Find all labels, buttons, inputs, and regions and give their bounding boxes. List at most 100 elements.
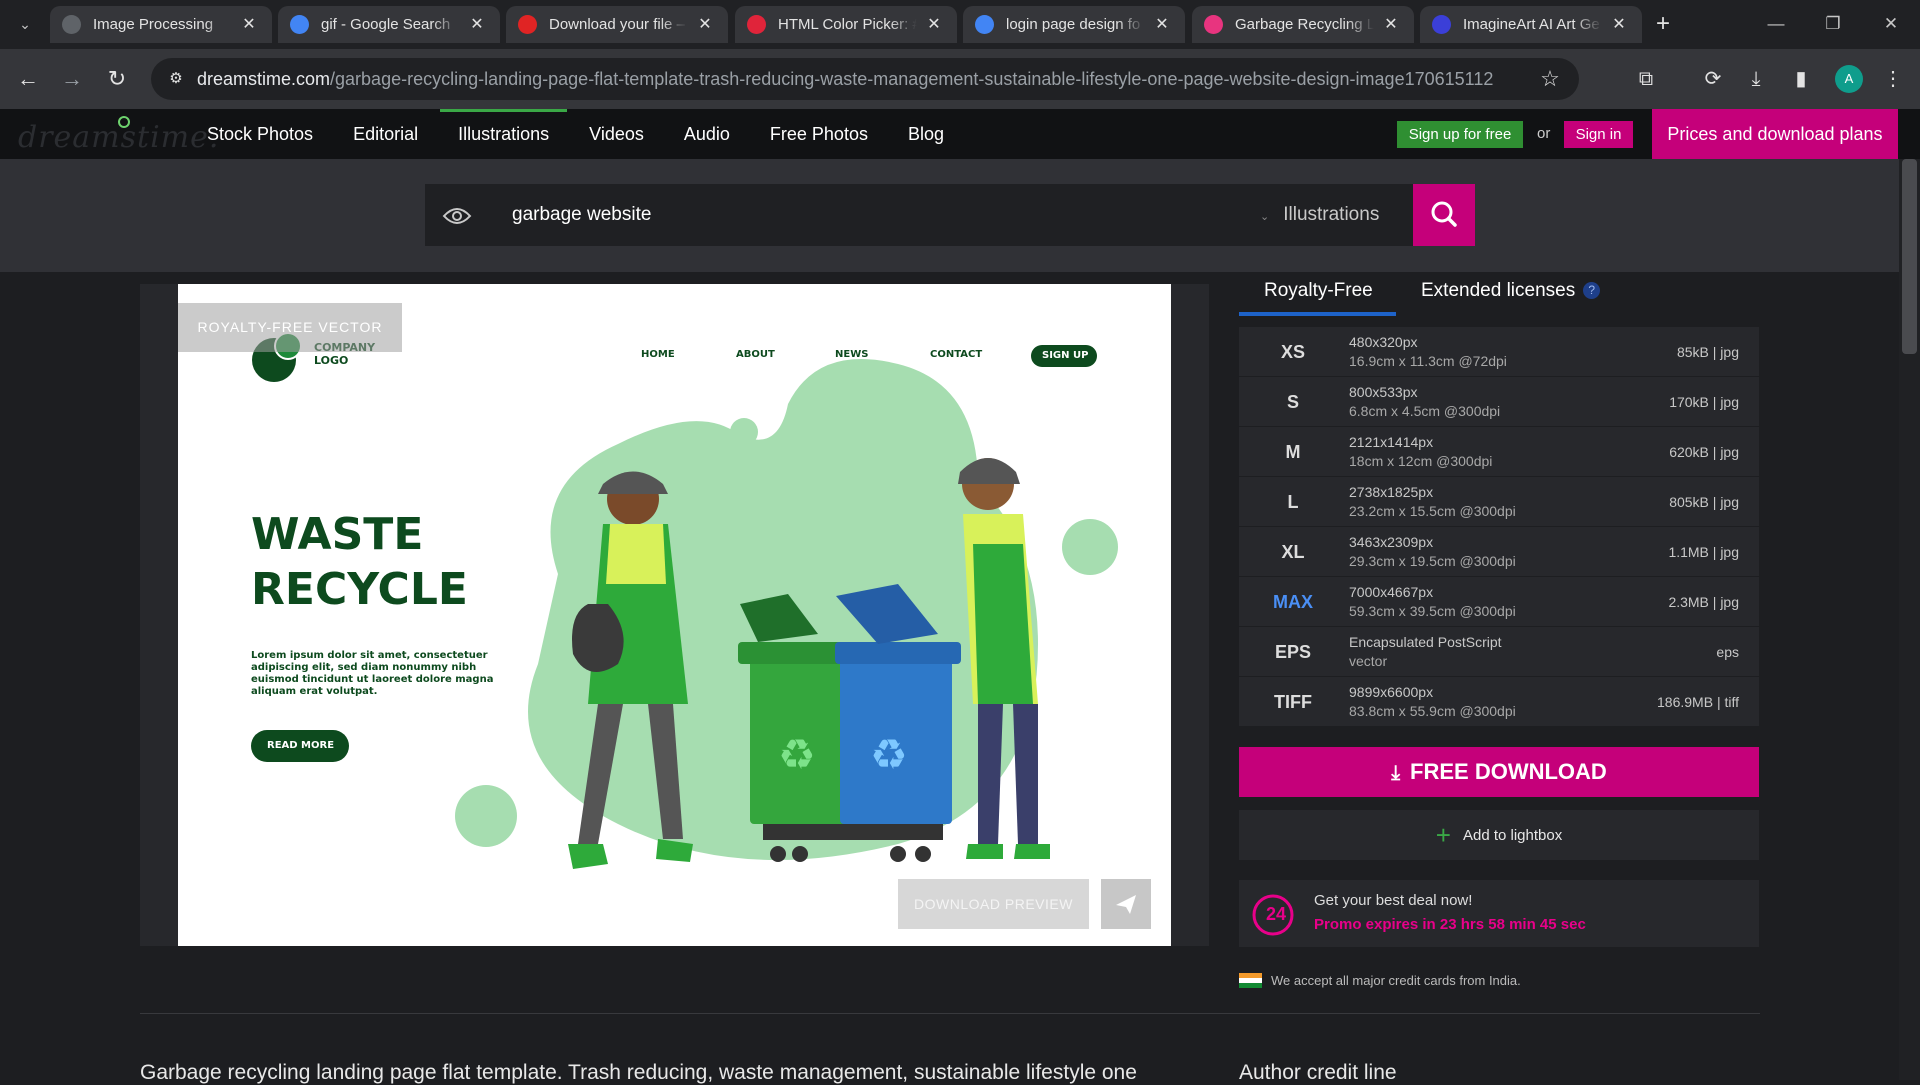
close-window-icon[interactable]: ✕ xyxy=(1879,12,1903,36)
minimize-icon[interactable]: — xyxy=(1764,12,1788,36)
sign-in-button[interactable]: Sign in xyxy=(1564,121,1633,148)
nav-link-stock-photos[interactable]: Stock Photos xyxy=(207,109,313,159)
browser-tab[interactable]: gif - Google Search ✕ xyxy=(278,6,500,43)
browser-tab[interactable]: Download your file – ✕ xyxy=(506,6,728,43)
tab-close-icon[interactable]: ✕ xyxy=(1153,16,1171,34)
browser-tab[interactable]: Garbage Recycling La ✕ xyxy=(1192,6,1414,43)
promo-countdown: Promo expires in 23 hrs 58 min 45 sec xyxy=(1314,916,1586,933)
nav-link-free-photos[interactable]: Free Photos xyxy=(770,109,868,159)
size-pixels: 7000x4667px xyxy=(1349,584,1434,600)
size-code: S xyxy=(1286,392,1299,412)
size-pixels: 800x533px xyxy=(1349,384,1418,400)
download-preview-button[interactable]: DOWNLOAD PREVIEW xyxy=(898,879,1089,929)
address-bar[interactable]: ⚙ dreamstime.com/garbage-recycling-landi… xyxy=(151,58,1579,100)
tab-title: ImagineArt AI Art Ge xyxy=(1463,16,1600,33)
tab-favicon-icon xyxy=(1204,15,1223,34)
tab-close-icon[interactable]: ✕ xyxy=(468,16,486,34)
nav-link-videos[interactable]: Videos xyxy=(589,109,644,159)
back-icon[interactable]: ← xyxy=(14,65,42,93)
illustration-body-3: euismod tincidunt ut laoreet dolore magn… xyxy=(251,674,494,685)
nav-link-editorial[interactable]: Editorial xyxy=(353,109,418,159)
size-option-eps[interactable]: EPS Encapsulated PostScript vector eps xyxy=(1239,627,1759,677)
or-label: or xyxy=(1537,125,1551,142)
author-credit-heading: Author credit line xyxy=(1239,1061,1397,1084)
download-icon[interactable]: ⤓ xyxy=(1743,66,1769,92)
side-panel-icon[interactable]: ▮ xyxy=(1788,66,1814,92)
tab-search-chevron-icon[interactable]: ⌄ xyxy=(14,13,36,35)
tab-royalty-free[interactable]: Royalty-Free xyxy=(1264,280,1373,302)
help-icon[interactable]: ? xyxy=(1583,282,1601,299)
deal-banner: 24 Get your best deal now! Promo expires… xyxy=(1239,880,1759,947)
forward-icon[interactable]: → xyxy=(58,65,86,93)
size-file-info: 170kB | jpg xyxy=(1669,394,1739,410)
tab-favicon-icon xyxy=(518,15,537,34)
sign-up-button[interactable]: Sign up for free xyxy=(1397,121,1523,148)
active-tab-indicator xyxy=(1239,312,1396,316)
illustration-menu-2: NEWS xyxy=(835,349,869,360)
browser-tab[interactable]: HTML Color Picker: # ✕ xyxy=(735,6,957,43)
add-to-lightbox-button[interactable]: + Add to lightbox xyxy=(1239,810,1759,860)
browser-tab[interactable]: Image Processing ✕ xyxy=(50,6,272,43)
paper-plane-icon xyxy=(1116,895,1136,914)
site-navbar: dreamstime. Stock Photos Editorial Illustr… xyxy=(0,109,1920,159)
india-flag-icon xyxy=(1239,973,1262,988)
kebab-menu-icon[interactable]: ⋮ xyxy=(1880,66,1906,92)
bookmark-star-icon[interactable]: ☆ xyxy=(1537,66,1563,92)
size-option-l[interactable]: L 2738x1825px 23.2cm x 15.5cm @300dpi 80… xyxy=(1239,477,1759,527)
site-info-icon[interactable]: ⚙ xyxy=(165,68,187,90)
size-option-xs[interactable]: XS 480x320px 16.9cm x 11.3cm @72dpi 85kB… xyxy=(1239,327,1759,377)
reload-icon[interactable]: ↻ xyxy=(103,65,131,93)
size-option-s[interactable]: S 800x533px 6.8cm x 4.5cm @300dpi 170kB … xyxy=(1239,377,1759,427)
size-code: XS xyxy=(1280,342,1305,362)
tab-close-icon[interactable]: ✕ xyxy=(925,16,943,34)
search-button[interactable] xyxy=(1413,184,1475,246)
tab-extended-licenses[interactable]: Extended licenses? xyxy=(1421,280,1601,302)
logo-swirl-icon xyxy=(118,116,130,128)
credit-card-notice: We accept all major credit cards from In… xyxy=(1239,973,1521,988)
pricing-plans-button[interactable]: Prices and download plans xyxy=(1652,109,1898,159)
svg-text:♻: ♻ xyxy=(870,731,908,778)
tab-close-icon[interactable]: ✕ xyxy=(1610,16,1628,34)
tab-close-icon[interactable]: ✕ xyxy=(240,16,258,34)
extension-shield-icon[interactable]: ⟳ xyxy=(1700,66,1726,92)
illustration-headline-1: WASTE xyxy=(251,509,424,560)
browser-tab[interactable]: login page design fo ✕ xyxy=(963,6,1185,43)
illustration-read-more: READ MORE xyxy=(267,740,335,751)
share-button[interactable] xyxy=(1101,879,1151,929)
tab-close-icon[interactable]: ✕ xyxy=(1382,16,1400,34)
tab-title: login page design fo xyxy=(1006,16,1141,33)
license-tabs: Royalty-Free Extended licenses? xyxy=(1239,272,1759,316)
image-preview[interactable]: ♻ ♻ COMPANY LOGO HOME ABOUT NEWS CONTACT… xyxy=(178,284,1171,946)
search-category-select[interactable]: ⌄ Illustrations xyxy=(1260,184,1379,246)
size-code: MAX xyxy=(1273,592,1313,612)
visual-search-eye-icon[interactable] xyxy=(425,184,488,246)
browser-tab-strip: ⌄ Image Processing ✕ gif - Google Search ✕ D… xyxy=(0,0,1920,49)
free-download-button[interactable]: ⤓ FREE DOWNLOAD xyxy=(1239,747,1759,797)
illustration-menu-0: HOME xyxy=(641,349,675,360)
new-tab-button[interactable]: + xyxy=(1649,11,1677,39)
browser-tab[interactable]: ImagineArt AI Art Ge ✕ xyxy=(1420,6,1642,43)
nav-link-audio[interactable]: Audio xyxy=(684,109,730,159)
tab-favicon-icon xyxy=(747,15,766,34)
image-description: Garbage recycling landing page flat temp… xyxy=(140,1061,1137,1084)
size-option-xl[interactable]: XL 3463x2309px 29.3cm x 19.5cm @300dpi 1… xyxy=(1239,527,1759,577)
size-pixels: 3463x2309px xyxy=(1349,534,1434,550)
scrollbar-thumb[interactable] xyxy=(1902,159,1917,354)
size-option-max[interactable]: MAX 7000x4667px 59.3cm x 39.5cm @300dpi … xyxy=(1239,577,1759,627)
section-divider xyxy=(140,1013,1760,1014)
tab-close-icon[interactable]: ✕ xyxy=(696,16,714,34)
profile-avatar[interactable]: A xyxy=(1835,65,1863,93)
nav-link-blog[interactable]: Blog xyxy=(908,109,944,159)
nav-link-illustrations[interactable]: Illustrations xyxy=(440,109,568,159)
illustration-signup: SIGN UP xyxy=(1042,350,1089,361)
size-pixels: 2738x1825px xyxy=(1349,484,1434,500)
illustration-menu-3: CONTACT xyxy=(930,349,983,360)
size-code: EPS xyxy=(1274,642,1312,662)
size-option-tiff[interactable]: TIFF 9899x6600px 83.8cm x 55.9cm @300dpi… xyxy=(1239,677,1759,727)
extensions-icon[interactable]: ⧉ xyxy=(1633,66,1659,92)
illustration-logo: LOGO xyxy=(314,354,349,367)
size-option-m[interactable]: M 2121x1414px 18cm x 12cm @300dpi 620kB … xyxy=(1239,427,1759,477)
size-pixels: Encapsulated PostScript xyxy=(1349,634,1502,650)
size-file-info: 620kB | jpg xyxy=(1669,444,1739,460)
restore-icon[interactable]: ❐ xyxy=(1821,12,1845,36)
